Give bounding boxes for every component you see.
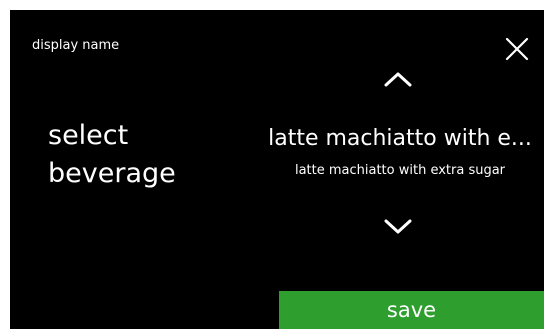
close-button[interactable] [504,36,530,62]
selected-beverage-value[interactable]: latte machiatto with e... [256,125,544,153]
chevron-down-icon [384,219,412,234]
select-beverage-label-line1: select [48,120,129,151]
select-beverage-label: select beverage [48,117,268,193]
select-beverage-label-line2: beverage [48,158,176,189]
save-button[interactable]: save [279,291,544,329]
selected-beverage-full-name: latte machiatto with extra sugar [294,163,506,178]
scroll-up-button[interactable] [383,70,413,88]
close-icon [505,37,529,61]
page-title: display name [32,38,120,53]
screen: display name select beverage latte machi… [10,10,544,329]
chevron-up-icon [384,72,412,87]
scroll-down-button[interactable] [383,218,413,236]
